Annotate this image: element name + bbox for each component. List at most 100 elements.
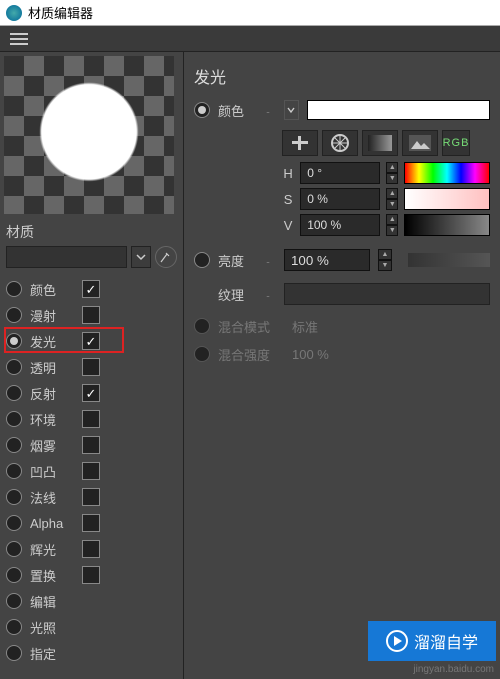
sat-slider[interactable] (404, 188, 490, 210)
texture-label: 纹理 (218, 285, 264, 304)
channel-checkbox[interactable] (82, 280, 100, 298)
watermark-url: jingyan.baidu.com (413, 664, 494, 675)
blend-mode-radio (194, 318, 210, 334)
channel-radio[interactable] (6, 359, 22, 375)
channel-checkbox[interactable] (82, 462, 100, 480)
val-stepper[interactable]: ▲▼ (386, 214, 398, 236)
app-icon (6, 5, 22, 21)
channel-row[interactable]: 法线 (6, 486, 177, 508)
color-dropdown-icon[interactable] (284, 100, 299, 120)
color-swatch[interactable] (307, 100, 490, 120)
channel-label: 凹凸 (30, 462, 82, 481)
channel-row[interactable]: 烟雾 (6, 434, 177, 456)
brightness-tool-icon[interactable] (282, 130, 318, 156)
brightness-input[interactable] (284, 249, 370, 271)
blend-mode-value: 标准 (292, 317, 318, 336)
image-picker-icon[interactable] (402, 130, 438, 156)
channel-radio[interactable] (6, 281, 22, 297)
channel-row[interactable]: 环境 (6, 408, 177, 430)
channel-checkbox[interactable] (82, 540, 100, 558)
channel-checkbox[interactable] (82, 566, 100, 584)
channel-label: 反射 (30, 384, 82, 403)
right-panel: 发光 颜色 .. RGB H (184, 52, 500, 679)
material-name-label: 材质 (0, 218, 183, 244)
channel-radio[interactable] (6, 463, 22, 479)
val-input[interactable] (300, 214, 380, 236)
hue-slider[interactable] (404, 162, 490, 184)
channel-label: 发光 (30, 332, 82, 351)
channel-radio[interactable] (6, 645, 22, 661)
channel-radio[interactable] (6, 411, 22, 427)
rgb-mode-button[interactable]: RGB (442, 130, 470, 156)
color-label: 颜色 (218, 101, 264, 120)
channel-checkbox[interactable] (82, 410, 100, 428)
gradient-tool-icon[interactable] (362, 130, 398, 156)
blend-mode-label: 混合模式 (218, 317, 284, 336)
channel-radio[interactable] (6, 541, 22, 557)
channel-radio[interactable] (6, 567, 22, 583)
channel-radio[interactable] (6, 333, 22, 349)
channel-row[interactable]: 颜色 (6, 278, 177, 300)
channel-row[interactable]: 反射 (6, 382, 177, 404)
blend-strength-radio (194, 346, 210, 362)
sat-stepper[interactable]: ▲▼ (386, 188, 398, 210)
channel-radio[interactable] (6, 619, 22, 635)
channel-checkbox[interactable] (82, 384, 100, 402)
hue-label: H (282, 166, 294, 181)
channel-radio[interactable] (6, 437, 22, 453)
channel-label: 光照 (30, 618, 82, 637)
channel-row[interactable]: Alpha (6, 512, 177, 534)
channel-label: 环境 (30, 410, 82, 429)
brightness-stepper[interactable]: ▲▼ (378, 249, 392, 271)
channel-label: 法线 (30, 488, 82, 507)
channel-checkbox[interactable] (82, 436, 100, 454)
channel-checkbox[interactable] (82, 306, 100, 324)
material-dropdown-arrow-icon[interactable] (131, 246, 151, 268)
channel-label: 指定 (30, 644, 82, 663)
left-panel: 材质 颜色漫射发光透明反射环境烟雾凹凸法线 Alpha 辉光置换编辑光照指定 (0, 52, 184, 679)
brightness-slider[interactable] (408, 253, 490, 267)
channel-row[interactable]: 凹凸 (6, 460, 177, 482)
blend-strength-value: 100 % (292, 347, 329, 362)
channel-label: 辉光 (30, 540, 82, 559)
material-preview[interactable] (0, 52, 183, 218)
channel-label: 编辑 (30, 592, 82, 611)
hamburger-menu-icon[interactable] (10, 33, 28, 45)
color-toolbar: RGB (282, 130, 490, 156)
channel-radio[interactable] (6, 515, 22, 531)
channel-row[interactable]: 辉光 (6, 538, 177, 560)
channel-checkbox[interactable] (82, 358, 100, 376)
channel-checkbox[interactable] (82, 332, 100, 350)
hue-stepper[interactable]: ▲▼ (386, 162, 398, 184)
color-wheel-icon[interactable] (322, 130, 358, 156)
window-titlebar: 材质编辑器 (0, 0, 500, 26)
channel-row[interactable]: 发光 (6, 330, 177, 352)
channel-label: 置换 (30, 566, 82, 585)
channel-row[interactable]: 透明 (6, 356, 177, 378)
channel-radio[interactable] (6, 593, 22, 609)
channel-row[interactable]: 指定 (6, 642, 177, 664)
channel-radio[interactable] (6, 385, 22, 401)
channel-row[interactable]: 置换 (6, 564, 177, 586)
channel-checkbox[interactable] (82, 488, 100, 506)
hue-input[interactable] (300, 162, 380, 184)
channel-checkbox[interactable] (82, 514, 100, 532)
sat-input[interactable] (300, 188, 380, 210)
channel-row[interactable]: 编辑 (6, 590, 177, 612)
brightness-label: 亮度 (218, 251, 264, 270)
material-dropdown[interactable] (6, 246, 127, 268)
material-picker-icon[interactable] (155, 246, 177, 268)
color-anim-radio[interactable] (194, 102, 210, 118)
channel-row[interactable]: 光照 (6, 616, 177, 638)
channel-label: 颜色 (30, 280, 82, 299)
texture-slot[interactable] (284, 283, 490, 305)
channel-radio[interactable] (6, 307, 22, 323)
channel-label: 漫射 (30, 306, 82, 325)
sat-label: S (282, 192, 294, 207)
section-title: 发光 (194, 60, 490, 96)
channel-radio[interactable] (6, 489, 22, 505)
channel-row[interactable]: 漫射 (6, 304, 177, 326)
channel-label: 烟雾 (30, 436, 82, 455)
val-slider[interactable] (404, 214, 490, 236)
brightness-anim-radio[interactable] (194, 252, 210, 268)
